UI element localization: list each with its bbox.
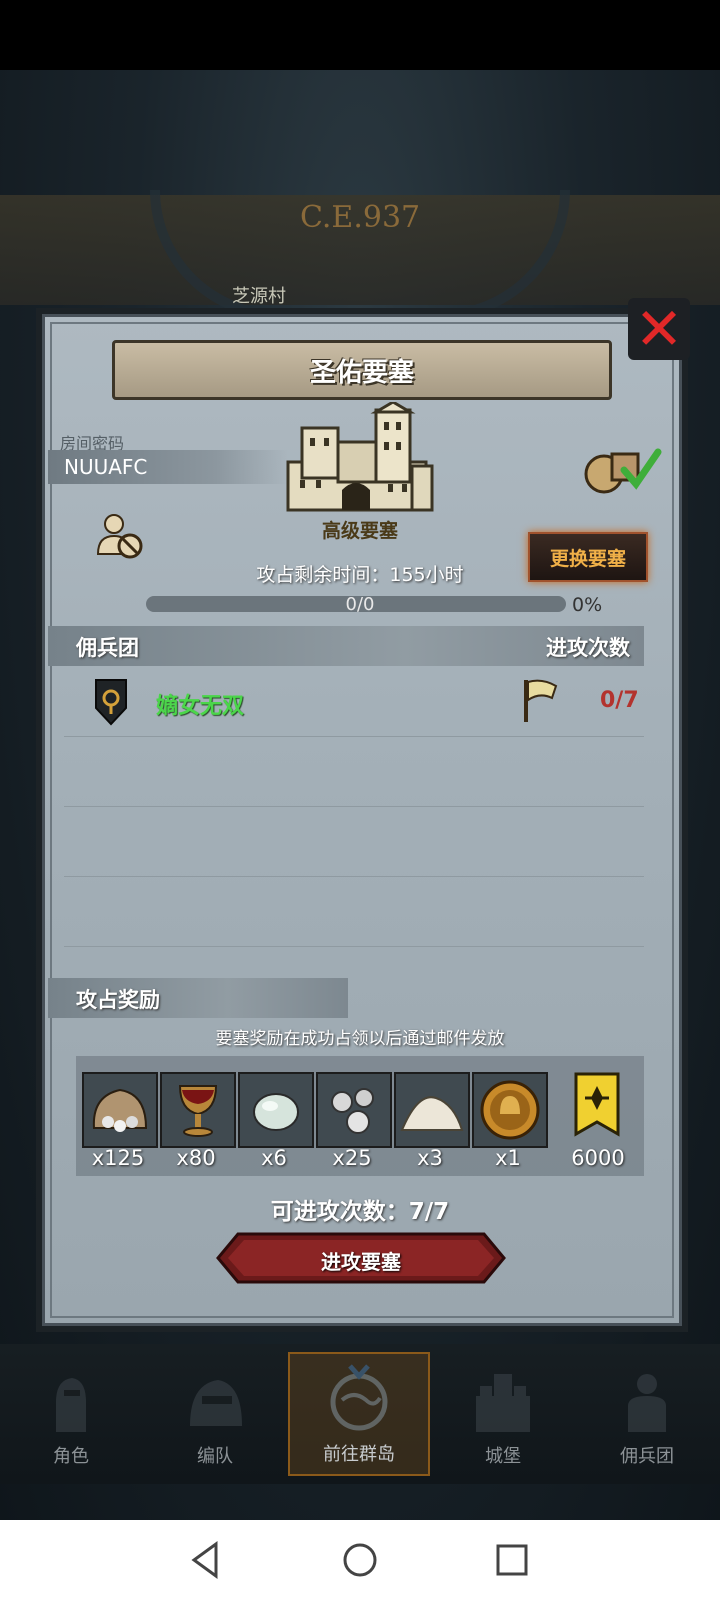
nav-label: 佣兵团: [620, 1446, 674, 1467]
room-code: NUUAFC: [64, 455, 148, 479]
nav-label: 编队: [197, 1446, 233, 1467]
goblet-icon: [178, 1085, 218, 1137]
castle-icon: [476, 1374, 530, 1432]
powder-pile-icon: [400, 1096, 464, 1131]
change-fortress-button[interactable]: 更换要塞: [528, 532, 648, 582]
reward-qty: 6000: [571, 1146, 625, 1170]
nav-item-islands[interactable]: 前往群岛: [288, 1352, 430, 1476]
reward-qty: x6: [261, 1146, 287, 1170]
progress-percent: 0%: [572, 594, 603, 616]
gem-icon: [253, 1093, 299, 1131]
reward-slot[interactable]: [316, 1072, 392, 1148]
reward-slot[interactable]: [472, 1072, 548, 1148]
silver-orbs-icon: [331, 1088, 374, 1134]
year-label: C.E.937: [300, 200, 421, 235]
nav-label: 角色: [53, 1446, 89, 1467]
soldier-icon: [628, 1374, 666, 1432]
nav-item-mercenary[interactable]: 佣兵团: [576, 1352, 718, 1476]
supplies-check-icon[interactable]: [582, 440, 662, 496]
row-divider: [64, 876, 644, 877]
row-divider: [64, 806, 644, 807]
recents-icon[interactable]: [490, 1538, 534, 1582]
rewards-header-label: 攻占奖励: [76, 988, 160, 1012]
nav-label: 城堡: [485, 1446, 521, 1467]
guild-attack-count: 0/7: [600, 688, 639, 713]
guild-name[interactable]: 嫡女无双: [156, 688, 244, 720]
flag-icon: [524, 679, 558, 722]
reward-slot[interactable]: [394, 1072, 470, 1148]
remaining-time: 攻占剩余时间：155小时: [256, 564, 464, 586]
reward-qty: x3: [417, 1146, 443, 1170]
castle-icon: [286, 402, 434, 512]
attack-fortress-label[interactable]: 进攻要塞: [216, 1246, 506, 1275]
progress-count: 0/0: [345, 594, 375, 615]
nav-item-castle[interactable]: 城堡: [432, 1352, 574, 1476]
row-divider: [64, 946, 644, 947]
banner-emblem-icon[interactable]: [572, 1072, 622, 1142]
home-icon[interactable]: [338, 1538, 382, 1582]
status-bar: [0, 0, 720, 70]
rewards-note: 要塞奖励在成功占领以后通过邮件发放: [215, 1029, 505, 1049]
mercenary-header-label: 佣兵团: [76, 636, 139, 660]
helmet-medal-icon: [480, 1080, 540, 1140]
reward-slot[interactable]: [238, 1072, 314, 1148]
knight-icon: [56, 1378, 86, 1432]
globe-icon: [330, 1364, 388, 1431]
dialog-title: 圣佑要塞: [112, 340, 612, 400]
no-entry-user-icon[interactable]: [96, 512, 146, 560]
reward-qty: x125: [91, 1146, 145, 1170]
back-icon[interactable]: [186, 1538, 230, 1582]
close-button[interactable]: ✕: [628, 298, 690, 360]
reward-qty: x25: [332, 1146, 372, 1170]
fortress-type-label: 高级要塞: [321, 520, 398, 542]
attacks-available: 可进攻次数：7/7: [270, 1199, 450, 1225]
village-label: 芝源村: [232, 286, 286, 307]
reward-qty: x1: [495, 1146, 521, 1170]
nav-label: 前往群岛: [323, 1444, 395, 1465]
nav-item-formation[interactable]: 编队: [144, 1352, 286, 1476]
guild-shield-icon: [95, 679, 127, 726]
reward-qty: x80: [176, 1146, 216, 1170]
attack-count-header-label: 进攻次数: [546, 636, 630, 660]
close-icon: ✕: [634, 295, 684, 363]
helmet-icon: [190, 1380, 242, 1426]
ore-sack-icon: [92, 1088, 148, 1132]
reward-slot[interactable]: [82, 1072, 158, 1148]
row-divider: [64, 736, 644, 737]
nav-item-character[interactable]: 角色: [0, 1352, 142, 1476]
reward-slot[interactable]: [160, 1072, 236, 1148]
